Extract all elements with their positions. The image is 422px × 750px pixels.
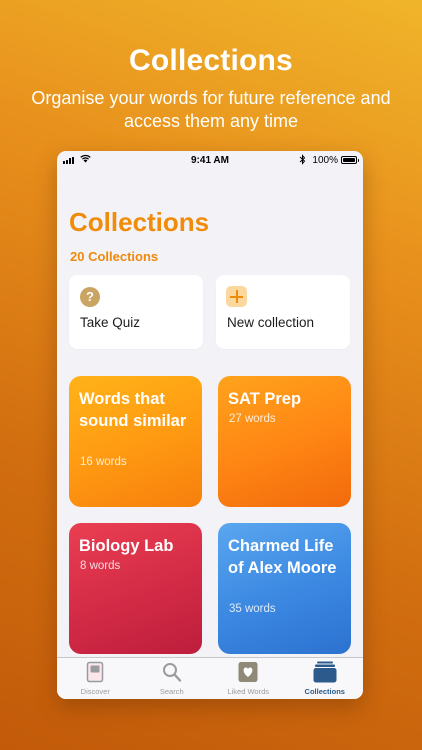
collection-count: 35 words (229, 603, 276, 615)
search-icon (162, 663, 181, 682)
collection-card-charmed-life-of-alex-moore[interactable]: Charmed Life of Alex Moore 35 words (218, 523, 351, 654)
tab-discover[interactable]: Discover (57, 658, 134, 699)
page-title: Collections (69, 207, 210, 237)
take-quiz-label: Take Quiz (80, 315, 141, 330)
collection-count: 8 words (80, 560, 121, 572)
tab-label: Collections (304, 687, 345, 696)
tab-bar: Discover Search Liked Words Collections (57, 657, 363, 699)
tab-search[interactable]: Search (134, 658, 211, 699)
new-collection-label: New collection (227, 315, 315, 330)
take-quiz-button[interactable]: ? Take Quiz (69, 275, 203, 349)
collection-title: Words that sound similar (79, 390, 187, 430)
tab-label: Search (159, 687, 184, 696)
bluetooth-icon (299, 154, 306, 165)
phone-screen: 9:41 AM 100% Collections 20 Collections … (57, 151, 363, 699)
collection-count: 27 words (229, 413, 276, 425)
collection-title: Biology Lab (79, 537, 174, 555)
collections-stack-icon (313, 661, 337, 683)
collection-count: 16 words (80, 456, 127, 468)
plus-icon (226, 286, 247, 307)
battery-percent: 100% (312, 155, 338, 166)
book-icon (87, 661, 104, 683)
tab-label: Liked Words (227, 687, 270, 696)
tab-label: Discover (80, 687, 110, 696)
collection-title: SAT Prep (228, 390, 302, 408)
tab-liked-words[interactable]: Liked Words (210, 658, 287, 699)
promo-subtitle: Organise your words for future reference… (31, 88, 391, 131)
battery-icon (341, 156, 359, 164)
collections-count: 20 Collections (70, 249, 159, 264)
promo-title: Collections (129, 44, 293, 77)
collection-title: Charmed Life of Alex Moore (228, 537, 337, 577)
collection-card-sat-prep[interactable]: SAT Prep 27 words (218, 376, 351, 507)
new-collection-button[interactable]: New collection (216, 275, 350, 349)
collection-card-words-that-sound-similar[interactable]: Words that sound similar 16 words (69, 376, 202, 507)
tab-collections[interactable]: Collections (287, 658, 364, 699)
collection-card-biology-lab[interactable]: Biology Lab 8 words (69, 523, 202, 654)
heart-card-icon (238, 662, 258, 682)
question-mark-icon: ? (80, 287, 100, 307)
status-bar: 9:41 AM 100% (57, 151, 363, 171)
